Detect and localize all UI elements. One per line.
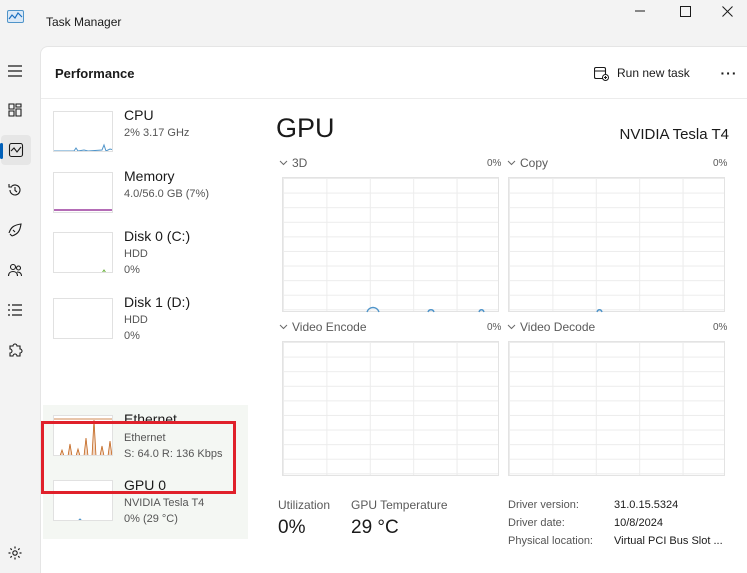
nav-details[interactable] xyxy=(0,295,30,325)
nav-rail xyxy=(0,46,40,573)
driver-version-label: Driver version: xyxy=(508,499,579,511)
close-button[interactable] xyxy=(707,0,747,22)
gear-icon xyxy=(8,546,22,560)
graph-label: Video Encode xyxy=(292,320,367,334)
device-item-disk-0[interactable]: Disk 0 (C:) HDD 0% xyxy=(43,223,248,289)
device-item-memory[interactable]: Memory 4.0/56.0 GB (7%) xyxy=(43,163,248,229)
chevron-down-icon xyxy=(507,160,516,166)
graph-label: 3D xyxy=(292,156,308,170)
graph-selector-video-encode[interactable]: Video Encode xyxy=(279,320,367,334)
services-puzzle-icon xyxy=(9,343,23,357)
chevron-down-icon xyxy=(507,324,516,330)
device-name: Disk 0 (C:) xyxy=(124,228,191,244)
graph-percent: 0% xyxy=(487,322,502,333)
details-list-icon xyxy=(8,304,22,316)
chevron-down-icon xyxy=(279,160,288,166)
graph-label: Video Decode xyxy=(520,320,596,334)
driver-date-value: 10/8/2024 xyxy=(614,517,663,529)
utilization-value: 0% xyxy=(278,517,306,538)
more-options-button[interactable]: ··· xyxy=(718,63,740,83)
disk1-thumbnail-graph xyxy=(53,298,113,339)
nav-startup-apps[interactable] xyxy=(0,215,30,245)
maximize-button[interactable] xyxy=(662,0,708,22)
nav-users[interactable] xyxy=(0,255,30,285)
device-detail: 4.0/56.0 GB (7%) xyxy=(124,188,209,200)
device-model: NVIDIA Tesla T4 xyxy=(124,497,205,509)
graph-selector-video-decode[interactable]: Video Decode xyxy=(507,320,595,334)
startup-icon xyxy=(8,223,22,237)
performance-icon xyxy=(8,142,24,158)
physical-location-label: Physical location: xyxy=(508,535,593,547)
run-new-task-button[interactable]: Run new task xyxy=(594,63,690,83)
graph-copy xyxy=(508,177,725,313)
device-item-cpu[interactable]: CPU 2% 3.17 GHz xyxy=(43,102,248,168)
device-name: Memory xyxy=(124,168,175,184)
nav-performance[interactable] xyxy=(1,135,31,165)
users-icon xyxy=(7,263,23,277)
device-type: HDD xyxy=(124,314,148,326)
device-type: HDD xyxy=(124,248,148,260)
page-title: Performance xyxy=(55,66,135,81)
gpu-temperature-value: 29 °C xyxy=(351,517,399,538)
graph-3d xyxy=(282,177,499,313)
graph-selector-copy[interactable]: Copy xyxy=(507,156,548,170)
nav-services[interactable] xyxy=(0,335,30,365)
graph-percent: 0% xyxy=(487,158,502,169)
gpu-model-name: NVIDIA Tesla T4 xyxy=(619,126,730,143)
highlight-annotation xyxy=(41,421,236,494)
hamburger-menu-button[interactable] xyxy=(0,56,30,86)
processes-icon xyxy=(8,103,22,117)
chevron-down-icon xyxy=(279,324,288,330)
graph-percent: 0% xyxy=(713,322,728,333)
device-usage: 0% (29 °C) xyxy=(124,513,178,525)
detail-title: GPU xyxy=(276,113,335,143)
task-manager-app-icon xyxy=(7,10,24,23)
page-header: Performance Run new task ··· xyxy=(41,47,747,99)
nav-settings[interactable] xyxy=(0,538,30,568)
device-detail: 2% 3.17 GHz xyxy=(124,127,190,139)
graph-percent: 0% xyxy=(713,158,728,169)
graph-video-decode xyxy=(508,341,725,476)
run-task-icon xyxy=(594,66,609,81)
graph-label: Copy xyxy=(520,156,549,170)
memory-thumbnail-graph xyxy=(53,172,113,213)
app-title: Task Manager xyxy=(46,15,122,29)
run-new-task-label: Run new task xyxy=(617,66,690,80)
nav-processes[interactable] xyxy=(0,95,30,125)
device-name: Disk 1 (D:) xyxy=(124,294,191,310)
physical-location-value: Virtual PCI Bus Slot ... xyxy=(614,535,723,547)
graph-video-encode xyxy=(282,341,499,476)
title-bar: Task Manager xyxy=(0,0,747,46)
driver-version-value: 31.0.15.5324 xyxy=(614,499,679,511)
active-nav-indicator xyxy=(0,143,3,159)
hamburger-icon xyxy=(8,65,22,77)
device-name: CPU xyxy=(124,107,154,123)
utilization-label: Utilization xyxy=(278,498,331,512)
gpu-temperature-label: GPU Temperature xyxy=(351,498,448,512)
device-item-disk-1[interactable]: Disk 1 (D:) HDD 0% xyxy=(43,289,248,355)
device-usage: 0% xyxy=(124,264,140,276)
disk0-thumbnail-graph xyxy=(53,232,113,273)
driver-date-label: Driver date: xyxy=(508,517,565,529)
device-usage: 0% xyxy=(124,330,140,342)
cpu-thumbnail-graph xyxy=(53,111,113,152)
minimize-button[interactable] xyxy=(617,0,663,22)
history-icon xyxy=(8,184,21,196)
nav-app-history[interactable] xyxy=(0,175,30,205)
graph-selector-3d[interactable]: 3D xyxy=(279,156,307,170)
